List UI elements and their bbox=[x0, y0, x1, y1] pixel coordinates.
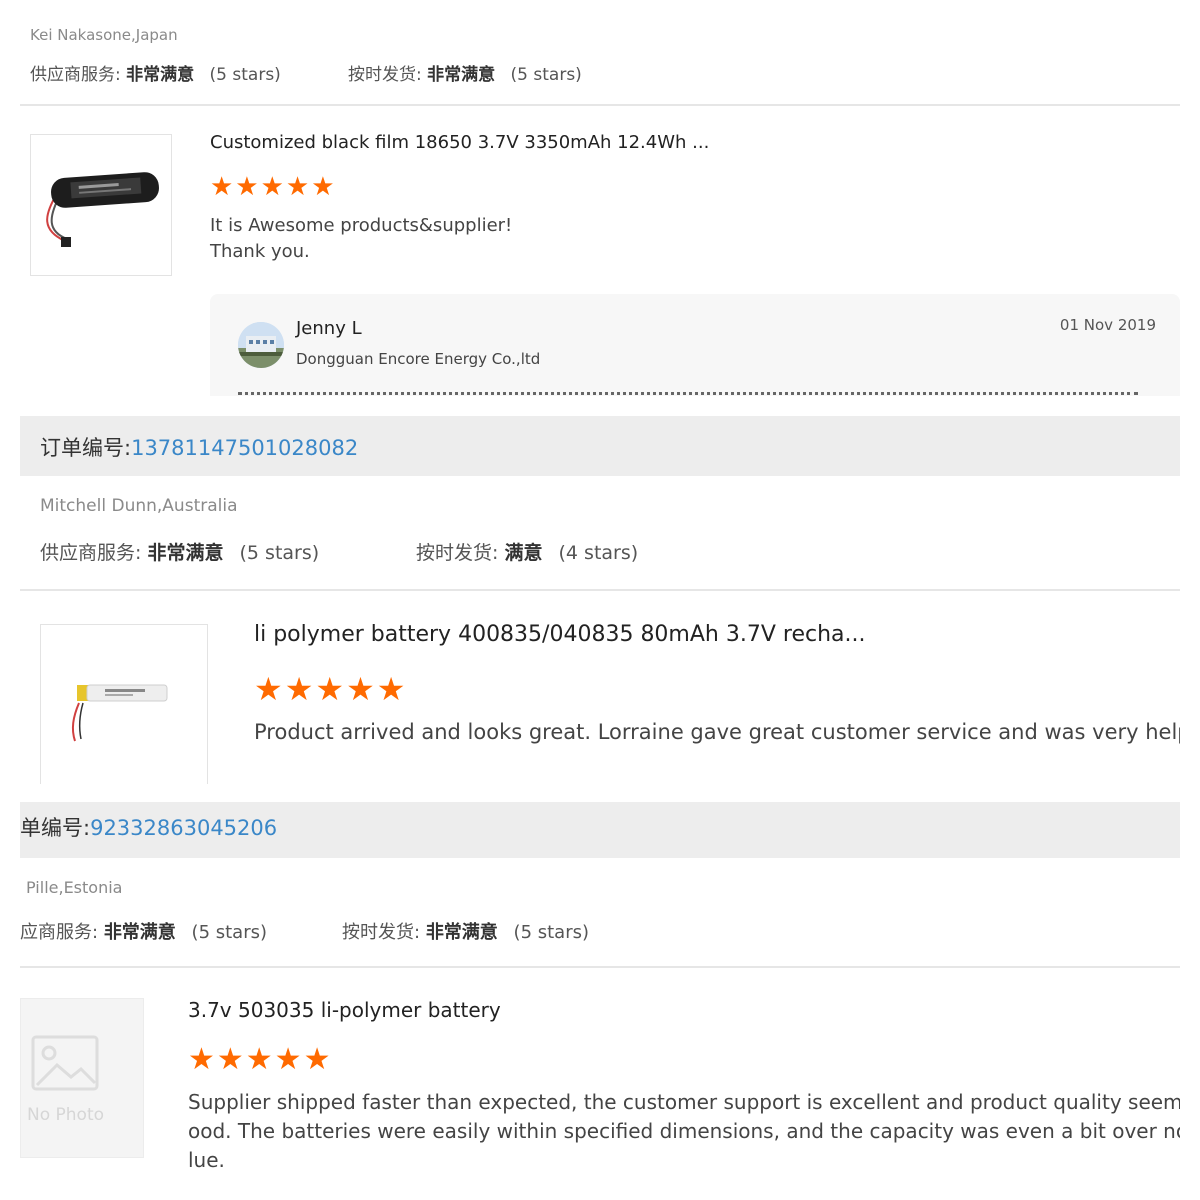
supplier-service-stars: (5 stars) bbox=[209, 65, 281, 85]
no-photo-text: No Photo bbox=[27, 1105, 105, 1125]
delivery-label: 按时发货: bbox=[348, 65, 422, 85]
supplier-service-value: 非常满意 bbox=[126, 65, 195, 85]
order-number-link[interactable]: 92332863045206 bbox=[90, 816, 277, 840]
delivery-value: 非常满意 bbox=[425, 922, 498, 943]
reviewer-name: Kei Nakasone,Japan bbox=[30, 26, 178, 44]
battery-image bbox=[71, 684, 168, 742]
reviewer-name: Pille,Estonia bbox=[26, 878, 123, 897]
delivery-stars: (5 stars) bbox=[513, 922, 590, 943]
delivery-value: 非常满意 bbox=[427, 65, 496, 85]
supplier-service-rating: 供应商服务: 非常满意 (5 stars) bbox=[30, 60, 281, 85]
order-number-bar: 订单编号:13781147501028082 bbox=[20, 416, 1180, 476]
delivery-label: 按时发货: bbox=[342, 922, 421, 943]
product-thumbnail[interactable] bbox=[40, 624, 208, 784]
review-comment-line: lue. bbox=[188, 1148, 225, 1172]
review-comment-line: It is Awesome products&supplier! bbox=[210, 215, 513, 236]
order-number-label: 订单编号: bbox=[40, 436, 132, 460]
reply-text-cropped bbox=[238, 392, 1138, 396]
delivery-rating: 按时发货: 非常满意 (5 stars) bbox=[342, 918, 589, 944]
supplier-service-value: 非常满意 bbox=[103, 922, 176, 943]
product-title-link[interactable]: Customized black film 18650 3.7V 3350mAh… bbox=[210, 132, 709, 153]
divider bbox=[20, 966, 1180, 968]
order-number: 单编号:92332863045206 bbox=[20, 812, 277, 842]
review-comment: Product arrived and looks great. Lorrain… bbox=[254, 720, 1180, 744]
divider bbox=[20, 104, 1180, 106]
product-thumbnail-placeholder[interactable]: No Photo bbox=[20, 998, 144, 1158]
supplier-service-rating: 应商服务: 非常满意 (5 stars) bbox=[20, 918, 267, 944]
review-comment-line: Thank you. bbox=[210, 241, 310, 262]
delivery-value: 满意 bbox=[504, 542, 543, 564]
avatar bbox=[238, 322, 284, 368]
order-number: 订单编号:13781147501028082 bbox=[40, 432, 358, 462]
review-comment-line: ood. The batteries were easily within sp… bbox=[188, 1119, 1180, 1143]
battery-image bbox=[46, 172, 159, 247]
reply-author-name: Jenny L bbox=[296, 318, 362, 339]
product-thumbnail[interactable] bbox=[30, 134, 172, 276]
delivery-stars: (5 stars) bbox=[510, 65, 582, 85]
supplier-service-stars: (5 stars) bbox=[191, 922, 268, 943]
reply-company-name: Dongguan Encore Energy Co.,ltd bbox=[296, 350, 541, 368]
product-title-link[interactable]: 3.7v 503035 li-polymer battery bbox=[188, 998, 501, 1022]
reviewer-name: Mitchell Dunn,Australia bbox=[40, 496, 238, 516]
delivery-rating: 按时发货: 满意 (4 stars) bbox=[416, 538, 638, 565]
delivery-stars: (4 stars) bbox=[558, 542, 639, 564]
divider bbox=[20, 589, 1180, 591]
reply-date: 01 Nov 2019 bbox=[1059, 316, 1156, 334]
order-number-label: 单编号: bbox=[20, 816, 91, 840]
company-building-icon bbox=[238, 322, 284, 368]
star-rating: ★★★★★ bbox=[254, 670, 408, 708]
delivery-rating: 按时发货: 非常满意 (5 stars) bbox=[348, 60, 582, 85]
star-rating: ★★★★★ bbox=[188, 1042, 333, 1077]
order-number-bar: 单编号:92332863045206 bbox=[20, 802, 1180, 858]
review-comment-line: Supplier shipped faster than expected, t… bbox=[188, 1090, 1180, 1114]
star-rating: ★★★★★ bbox=[210, 172, 337, 202]
supplier-reply: Jenny L Dongguan Encore Energy Co.,ltd 0… bbox=[210, 294, 1180, 396]
supplier-service-label: 应商服务: bbox=[20, 922, 99, 943]
delivery-label: 按时发货: bbox=[416, 542, 499, 564]
product-title-link[interactable]: li polymer battery 400835/040835 80mAh 3… bbox=[254, 622, 865, 647]
supplier-service-label: 供应商服务: bbox=[40, 542, 142, 564]
supplier-service-label: 供应商服务: bbox=[30, 65, 121, 85]
supplier-service-value: 非常满意 bbox=[147, 542, 224, 564]
order-number-link[interactable]: 13781147501028082 bbox=[131, 436, 358, 460]
supplier-service-rating: 供应商服务: 非常满意 (5 stars) bbox=[40, 538, 319, 565]
supplier-service-stars: (5 stars) bbox=[239, 542, 320, 564]
